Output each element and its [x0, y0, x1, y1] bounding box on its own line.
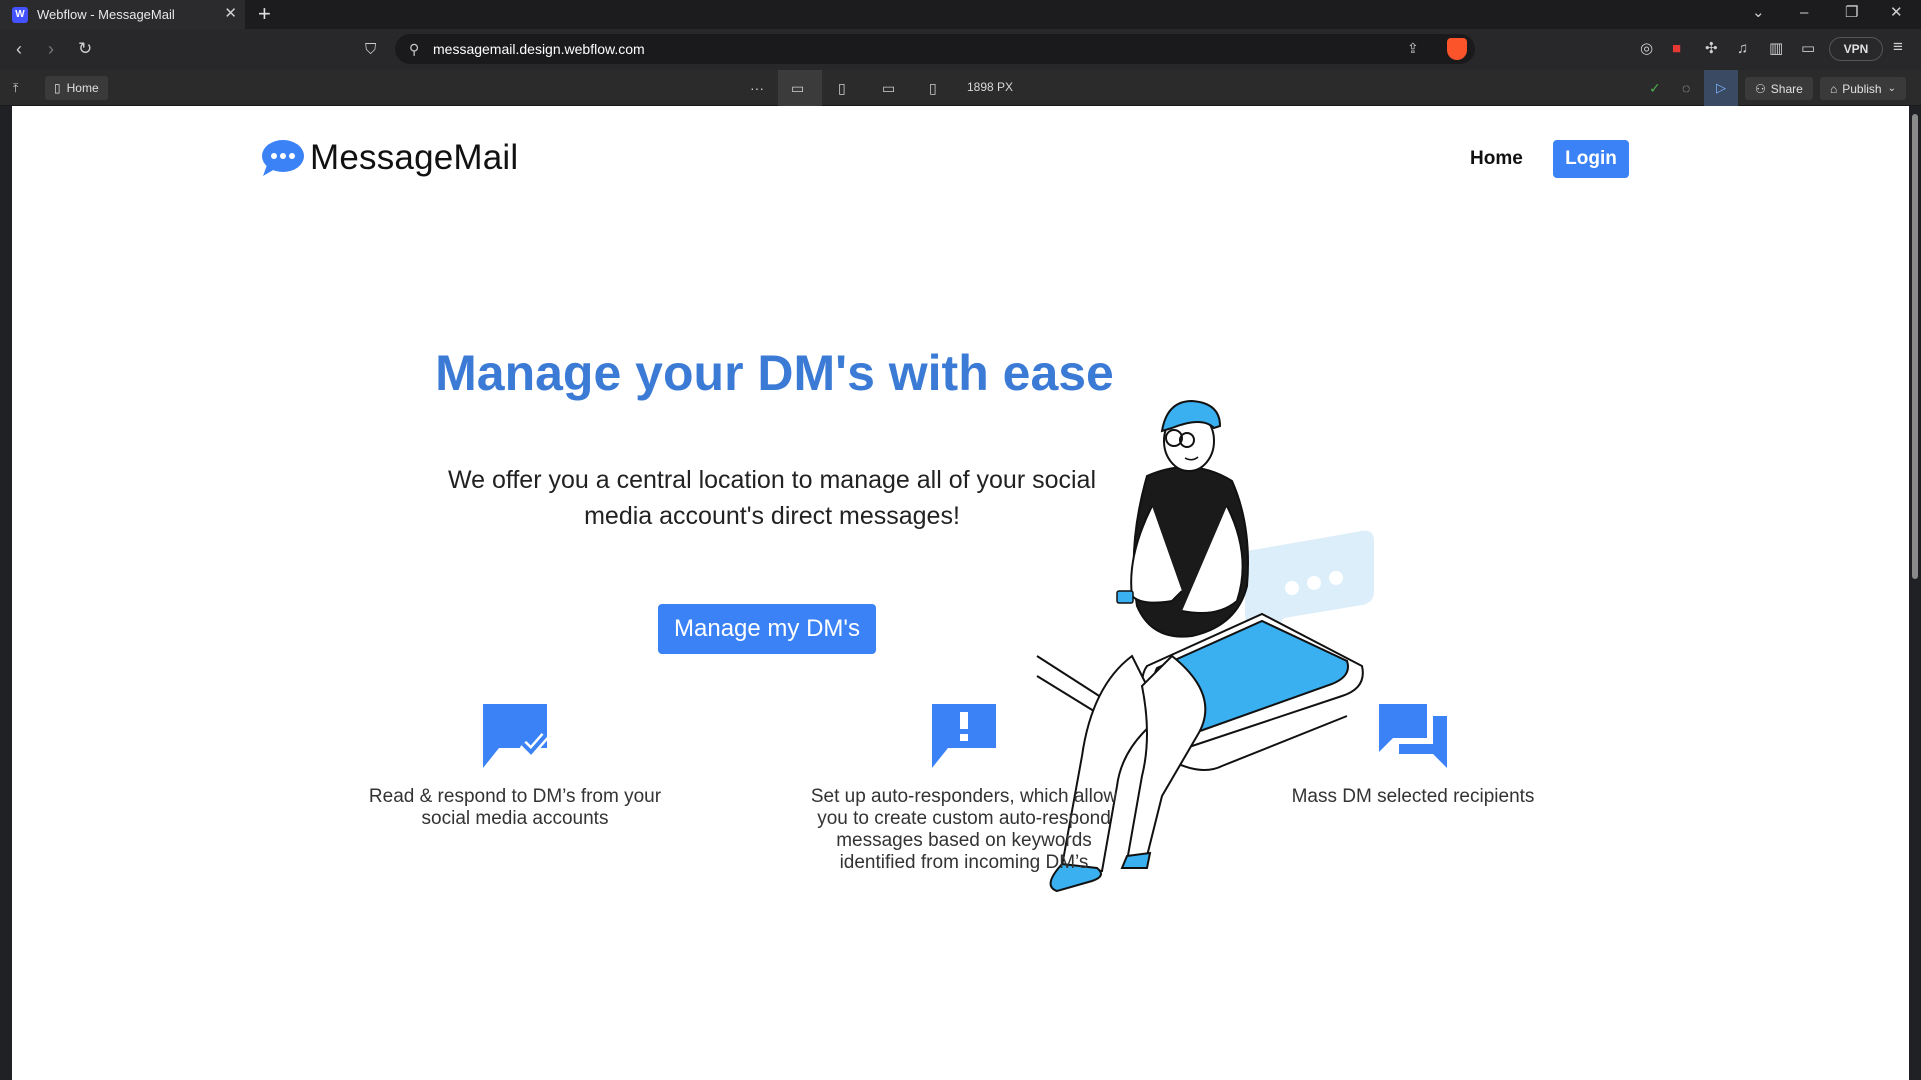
collapse-panel-icon[interactable]: ⤒: [13, 79, 18, 97]
chat-bubble-logo-icon: [262, 140, 304, 176]
play-icon: ▷: [1716, 80, 1726, 95]
publish-icon: ⌂: [1830, 81, 1838, 96]
bookmark-icon[interactable]: ⛉: [365, 40, 376, 60]
back-icon[interactable]: ‹: [16, 39, 22, 59]
login-button[interactable]: Login: [1553, 140, 1629, 178]
publish-label: Publish: [1842, 81, 1882, 96]
tab-title: Webflow - MessageMail: [37, 7, 175, 22]
nav-home-link[interactable]: Home: [1470, 148, 1523, 170]
close-tab-icon[interactable]: ✕: [224, 6, 237, 22]
chat-alert-icon: [932, 704, 996, 768]
feature-text-line: Set up auto-responders, which allow: [810, 786, 1118, 807]
minimize-icon[interactable]: –: [1800, 4, 1808, 22]
publish-button[interactable]: ⌂ Publish ⌄: [1820, 77, 1906, 100]
feature-mass-dm: Mass DM selected recipients: [1228, 700, 1598, 808]
share-page-icon[interactable]: ⇪: [1407, 40, 1419, 57]
ublock-icon[interactable]: ■: [1672, 41, 1681, 57]
feature-text-line: you to create custom auto-respond: [817, 808, 1111, 829]
more-options-icon[interactable]: ···: [750, 79, 764, 97]
restore-icon[interactable]: ❐: [1845, 4, 1858, 22]
page-icon: ▯: [54, 81, 61, 95]
hero-subtitle: We offer you a central location to manag…: [422, 462, 1122, 534]
designer-canvas[interactable]: MessageMail Home Login Manage your DM's …: [12, 106, 1909, 1080]
forward-icon[interactable]: ›: [48, 39, 54, 59]
chevron-down-icon: ⌄: [1887, 83, 1896, 94]
manage-dms-button[interactable]: Manage my DM's: [658, 604, 876, 654]
desktop-breakpoint-icon[interactable]: ▭: [791, 79, 804, 97]
webflow-toolbar: ⤒ ▯ Home ··· ▭ ▯ ▭ ▯ 1898 PX ✓ ◌ ▷ ⚇ Sha…: [0, 70, 1921, 106]
landscape-breakpoint-icon[interactable]: ▭: [882, 79, 895, 97]
page-label: Home: [66, 81, 99, 95]
user-icon: ⚇: [1755, 81, 1766, 96]
feature-text-line: messages based on keywords: [836, 830, 1092, 851]
webflow-favicon-icon: W: [12, 6, 28, 23]
menu-icon[interactable]: ≡: [1893, 38, 1903, 55]
media-music-icon[interactable]: ♫: [1737, 41, 1748, 57]
wallet-icon[interactable]: ▭: [1801, 41, 1815, 57]
browser-tab[interactable]: W Webflow - MessageMail ✕: [0, 0, 245, 29]
share-button[interactable]: ⚇ Share: [1745, 77, 1813, 100]
url-field[interactable]: ⚲ messagemail.design.webflow.com ⇪: [395, 34, 1475, 64]
feature-text-line: Mass DM selected recipients: [1291, 786, 1535, 807]
scrollbar-thumb[interactable]: [1912, 114, 1918, 579]
extensions-puzzle-icon[interactable]: ✣: [1705, 41, 1718, 57]
chat-check-icon: [483, 704, 549, 768]
tab-list-icon[interactable]: ⌄: [1752, 4, 1765, 22]
page-selector[interactable]: ▯ Home: [45, 76, 108, 100]
sidebar-icon[interactable]: ▥: [1769, 41, 1783, 57]
reload-icon[interactable]: ↻: [78, 39, 92, 59]
preview-button[interactable]: ▷: [1704, 70, 1738, 106]
url-text: messagemail.design.webflow.com: [433, 41, 645, 57]
feature-read-respond: Read & respond to DM’s from your social …: [330, 700, 700, 830]
extension-glasses-icon[interactable]: ◎: [1640, 41, 1653, 57]
canvas-scrollbar[interactable]: [1909, 106, 1921, 1080]
comments-icon[interactable]: ◌: [1682, 79, 1690, 97]
feature-text-line: social media accounts: [421, 808, 609, 829]
feature-auto-responders: Set up auto-responders, which allow you …: [779, 700, 1149, 874]
vpn-label: VPN: [1843, 42, 1869, 56]
new-tab-icon[interactable]: +: [258, 3, 271, 25]
close-window-icon[interactable]: ✕: [1890, 4, 1903, 22]
viewport-width: 1898 PX: [967, 80, 1014, 94]
browser-tab-bar: W Webflow - MessageMail ✕ + ⌄ – ❐ ✕: [0, 0, 1921, 29]
address-bar-row: ‹ › ↻ ⛉ ⚲ messagemail.design.webflow.com…: [0, 29, 1921, 70]
tablet-breakpoint-icon[interactable]: ▯: [838, 79, 846, 97]
feature-text-line: identified from incoming DM’s: [839, 852, 1089, 873]
share-label: Share: [1770, 81, 1803, 96]
brand-name: MessageMail: [310, 138, 519, 177]
chat-multiple-icon: [1379, 704, 1447, 768]
hero-subtitle-line: media account's direct messages!: [584, 502, 960, 530]
feature-text-line: Read & respond to DM’s from your: [368, 786, 662, 807]
hero-subtitle-line: We offer you a central location to manag…: [447, 466, 1097, 494]
site-info-icon[interactable]: ⚲: [409, 41, 419, 58]
site-logo[interactable]: MessageMail: [261, 138, 518, 178]
vpn-button[interactable]: VPN: [1829, 37, 1883, 61]
mobile-breakpoint-icon[interactable]: ▯: [929, 79, 937, 97]
saved-status-icon: ✓: [1649, 80, 1661, 96]
brave-shields-icon[interactable]: [1447, 38, 1467, 60]
